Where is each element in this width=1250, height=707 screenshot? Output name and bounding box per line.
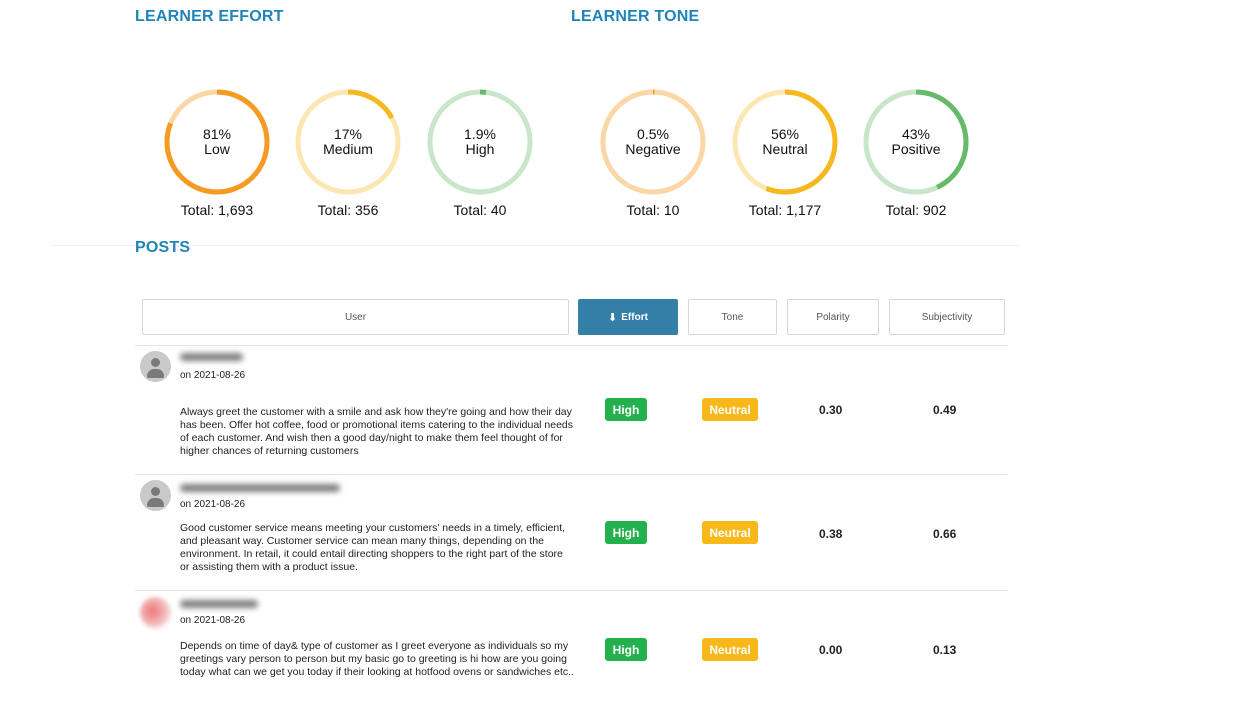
subjectivity-value: 0.13 [933, 643, 957, 657]
section-divider [50, 245, 1020, 246]
row-divider [135, 345, 1007, 346]
username-redacted [180, 484, 340, 492]
user-avatar-icon [140, 480, 171, 511]
posts-title: POSTS [135, 239, 191, 256]
row-divider [135, 590, 1007, 591]
post-text: Depends on time of day& type of customer… [180, 640, 574, 678]
learner-effort-title: LEARNER EFFORT [135, 8, 284, 25]
donut-percent: 0.5% [637, 126, 669, 142]
tone-badge: Neutral [702, 398, 758, 421]
donut-percent: 56% [770, 126, 800, 142]
subjectivity-value: 0.49 [933, 403, 957, 417]
polarity-value: 0.38 [819, 527, 843, 541]
polarity-value: 0.30 [819, 403, 843, 417]
effort-donut-high: 1.9% High Total: 40 [424, 86, 536, 218]
row-divider [135, 474, 1007, 475]
subjectivity-value: 0.66 [933, 527, 957, 541]
donut-percent: 17% [333, 126, 363, 142]
post-text: Good customer service means meeting your… [180, 522, 566, 573]
donut-percent: 1.9% [464, 126, 496, 142]
learner-tone-title: LEARNER TONE [571, 8, 700, 25]
donut-label: Neutral [762, 141, 808, 157]
effort-badge: High [605, 398, 647, 421]
donut-label: Medium [323, 141, 373, 157]
tone-donut-positive: 43% Positive Total: 902 [860, 86, 972, 218]
column-header-effort-label: Effort [621, 311, 648, 323]
tone-badge: Neutral [702, 521, 758, 544]
column-header-effort[interactable]: ⬇ Effort [578, 299, 678, 335]
column-header-user[interactable]: User [142, 299, 569, 335]
post-date: on 2021-08-26 [180, 370, 246, 381]
effort-donut-low: 81% Low Total: 1,693 [161, 86, 273, 218]
donut-total: Total: 40 [453, 202, 507, 218]
post-text: Always greet the customer with a smile a… [180, 406, 574, 457]
donut-percent: 43% [901, 126, 931, 142]
donut-label: High [465, 141, 495, 157]
tone-badge: Neutral [702, 638, 758, 661]
arrow-down-icon: ⬇ [608, 311, 618, 324]
polarity-value: 0.00 [819, 643, 843, 657]
donut-label: Positive [891, 141, 941, 157]
tone-donut-neutral: 56% Neutral Total: 1,177 [729, 86, 841, 218]
column-header-polarity[interactable]: Polarity [787, 299, 879, 335]
username-redacted [180, 353, 243, 361]
effort-donut-medium: 17% Medium Total: 356 [292, 86, 404, 218]
user-avatar-photo [140, 597, 171, 628]
tone-donut-negative: 0.5% Negative Total: 10 [597, 86, 709, 218]
column-header-subjectivity[interactable]: Subjectivity [889, 299, 1005, 335]
donut-label: Low [204, 141, 230, 157]
user-avatar-icon [140, 351, 171, 382]
donut-total: Total: 902 [885, 202, 947, 218]
donut-label: Negative [625, 141, 681, 157]
column-header-tone[interactable]: Tone [688, 299, 777, 335]
effort-badge: High [605, 521, 647, 544]
donut-percent: 81% [202, 126, 232, 142]
post-date: on 2021-08-26 [180, 615, 246, 626]
username-redacted [180, 600, 258, 608]
effort-badge: High [605, 638, 647, 661]
post-date: on 2021-08-26 [180, 499, 246, 510]
